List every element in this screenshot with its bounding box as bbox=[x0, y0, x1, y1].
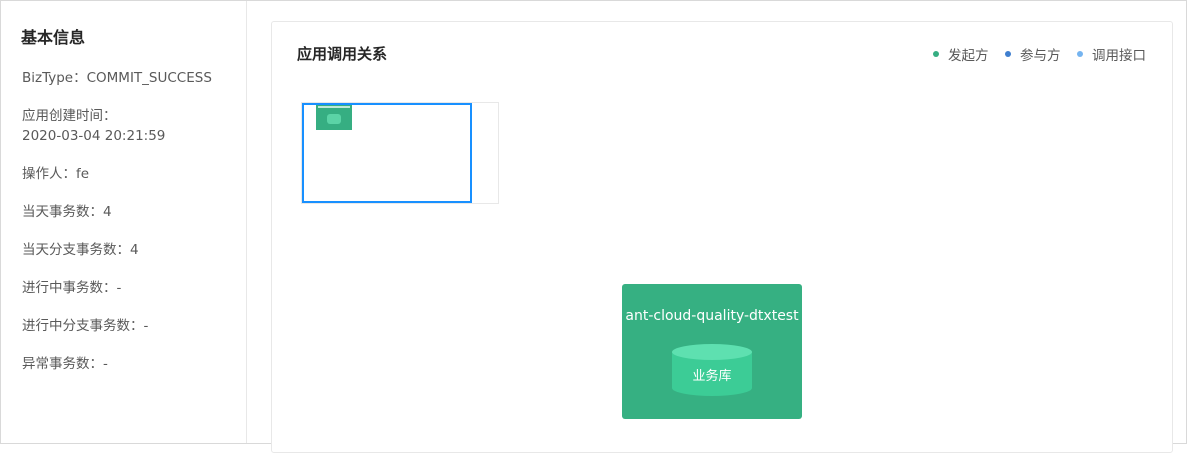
legend-participant: 参与方 bbox=[1005, 44, 1061, 64]
call-relation-panel: 应用调用关系 发起方 参与方 调用接口 ant-cloud-quality-dt… bbox=[271, 21, 1173, 453]
today-tx-count: 当天事务数：4 bbox=[22, 204, 112, 220]
legend-participant-label: 参与方 bbox=[1020, 48, 1061, 64]
database-label: 业务库 bbox=[692, 369, 732, 384]
legend-initiator-label: 发起方 bbox=[948, 48, 989, 64]
legend-interface: 调用接口 bbox=[1077, 44, 1146, 64]
interface-dot-icon bbox=[1077, 51, 1083, 57]
page-frame: 基本信息 BizType：COMMIT_SUCCESS 应用创建时间： 2020… bbox=[0, 0, 1187, 453]
participant-dot-icon bbox=[1005, 51, 1011, 57]
database-icon: 业务库 bbox=[672, 344, 752, 396]
app-node[interactable]: ant-cloud-quality-dtxtest 业务库 bbox=[622, 284, 802, 419]
in-progress-branch-tx-count: 进行中分支事务数：- bbox=[22, 318, 149, 334]
legend-initiator: 发起方 bbox=[933, 44, 989, 64]
panel-title: 应用调用关系 bbox=[297, 45, 388, 63]
legend-interface-label: 调用接口 bbox=[1092, 48, 1146, 64]
basic-info-title: 基本信息 bbox=[21, 28, 86, 47]
today-branch-tx-count: 当天分支事务数：4 bbox=[22, 242, 139, 258]
create-time-value: 2020-03-04 20:21:59 bbox=[22, 128, 166, 144]
app-node-name: ant-cloud-quality-dtxtest bbox=[625, 308, 799, 324]
create-time-label: 应用创建时间： bbox=[22, 108, 117, 124]
abnormal-tx-count: 异常事务数：- bbox=[22, 356, 108, 372]
in-progress-tx-count: 进行中事务数：- bbox=[22, 280, 122, 296]
biz-type: BizType：COMMIT_SUCCESS bbox=[22, 70, 212, 86]
basic-info-sidebar: 基本信息 BizType：COMMIT_SUCCESS 应用创建时间： 2020… bbox=[1, 1, 247, 443]
operator: 操作人：fe bbox=[22, 166, 90, 182]
minimap-viewport[interactable] bbox=[302, 103, 472, 203]
initiator-dot-icon bbox=[933, 51, 939, 57]
